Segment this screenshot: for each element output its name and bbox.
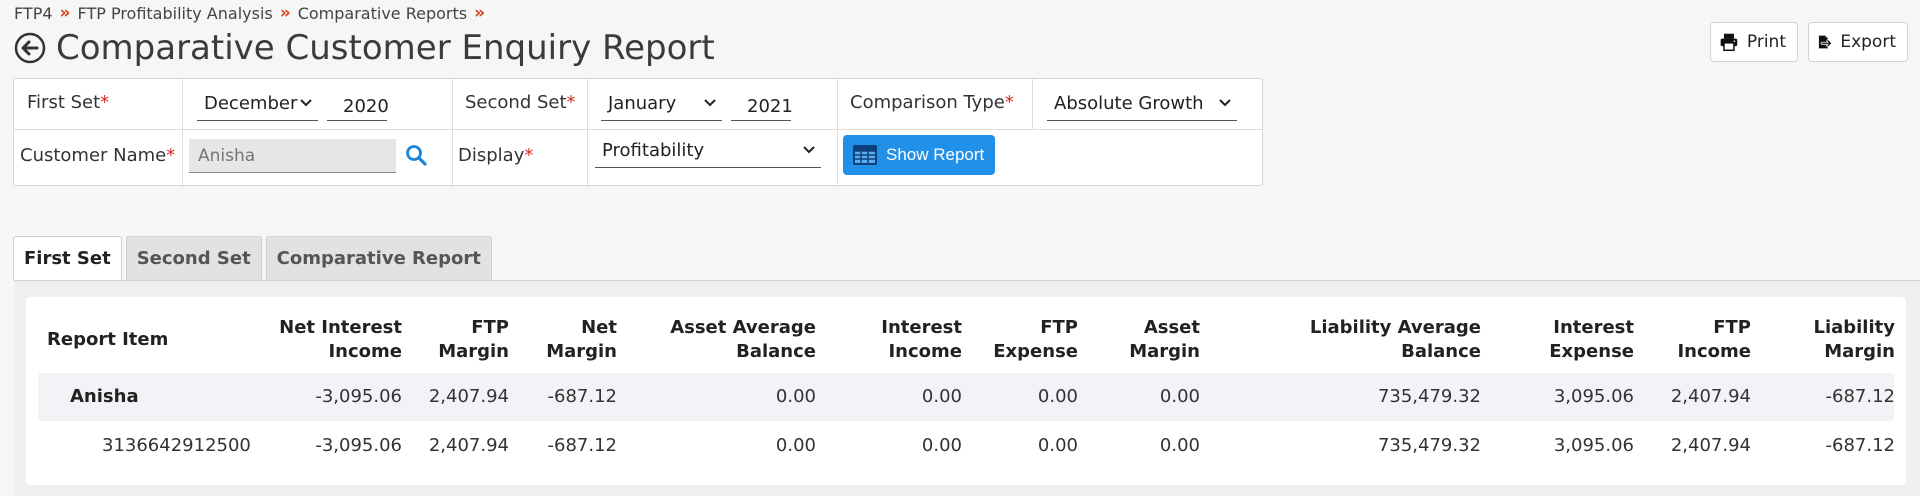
table-cell: 0.00 bbox=[1159, 435, 1200, 456]
tab-first-set[interactable]: First Set bbox=[13, 236, 122, 280]
display-label: Display * bbox=[458, 145, 534, 166]
table-cell: 0.00 bbox=[775, 435, 816, 456]
export-label: Export bbox=[1840, 32, 1896, 52]
page-title: Comparative Customer Enquiry Report bbox=[56, 28, 715, 68]
table-cell: -687.12 bbox=[1825, 435, 1895, 456]
header-ftp-margin: FTP Margin bbox=[438, 317, 509, 362]
filter-panel: First Set * December 2020 Second Set * Jan… bbox=[13, 78, 1263, 187]
print-label: Print bbox=[1746, 32, 1786, 52]
breadcrumb-item-comparative-reports[interactable]: Comparative Reports bbox=[298, 4, 467, 23]
table-cell: 0.00 bbox=[775, 386, 816, 407]
table-cell: 2,407.94 bbox=[428, 435, 509, 456]
show-report-button[interactable]: Show Report bbox=[843, 135, 995, 175]
header-interest-income: Interest Income bbox=[881, 317, 962, 362]
table-cell: 3,095.06 bbox=[1553, 435, 1634, 456]
table-cell: 2,407.94 bbox=[428, 386, 509, 407]
table-cell: -687.12 bbox=[547, 435, 617, 456]
breadcrumb-item-ftp4[interactable]: FTP4 bbox=[14, 4, 53, 23]
filter-col-divider bbox=[452, 79, 453, 187]
table-cell: 735,479.32 bbox=[1377, 386, 1481, 407]
customer-name-input[interactable] bbox=[189, 139, 396, 173]
header-net-interest-income: Net Interest Income bbox=[279, 317, 402, 362]
tab-comparative-report[interactable]: Comparative Report bbox=[265, 236, 492, 280]
printer-icon bbox=[1720, 33, 1738, 52]
table-cell: 0.00 bbox=[1159, 386, 1200, 407]
report-table: Report Item Net Interest Income FTP Margin… bbox=[26, 297, 1906, 485]
second-set-label: Second Set * bbox=[465, 92, 576, 113]
first-set-year-input[interactable]: 2020 bbox=[327, 87, 389, 121]
table-cell: 0.00 bbox=[1037, 435, 1078, 456]
table-cell: 2,407.94 bbox=[1670, 435, 1751, 456]
breadcrumb-separator-icon: » bbox=[59, 3, 71, 23]
filter-col-divider bbox=[182, 79, 183, 187]
report-area: Report Item Net Interest Income FTP Margin… bbox=[14, 280, 1920, 496]
comparison-type-select[interactable]: Absolute Growth bbox=[1047, 87, 1237, 121]
filter-col-divider bbox=[587, 79, 588, 187]
table-cell: -3,095.06 bbox=[315, 435, 402, 456]
table-row-customer-name[interactable]: Anisha bbox=[70, 385, 139, 409]
first-set-label: First Set * bbox=[27, 92, 110, 113]
table-grid-icon bbox=[853, 145, 877, 165]
chevron-down-icon bbox=[704, 99, 716, 107]
header-report-item: Report Item bbox=[47, 329, 169, 350]
table-cell: 735,479.32 bbox=[1377, 435, 1481, 456]
chevron-down-icon bbox=[1219, 99, 1231, 107]
table-cell: 3,095.06 bbox=[1553, 386, 1634, 407]
first-set-month-value: December bbox=[204, 93, 298, 114]
display-value: Profitability bbox=[602, 140, 705, 161]
chevron-down-icon bbox=[300, 99, 312, 107]
first-set-month-select[interactable]: December bbox=[197, 87, 318, 121]
report-tabs: First Set Second Set Comparative Report bbox=[13, 236, 492, 280]
header-net-margin: Net Margin bbox=[546, 317, 617, 362]
table-cell: 0.00 bbox=[921, 435, 962, 456]
second-set-year-input[interactable]: 2021 bbox=[731, 87, 793, 121]
header-asset-margin: Asset Margin bbox=[1129, 317, 1200, 362]
header-asset-average-balance: Asset Average Balance bbox=[670, 317, 816, 362]
table-row-account-number[interactable]: 3136642912500 bbox=[102, 434, 251, 458]
filter-col-divider bbox=[837, 79, 838, 187]
header-interest-expense: Interest Expense bbox=[1549, 317, 1634, 362]
header-liability-average-balance: Liability Average Balance bbox=[1309, 317, 1481, 362]
comparison-type-value: Absolute Growth bbox=[1054, 93, 1204, 114]
export-button[interactable]: Export bbox=[1808, 22, 1908, 62]
chevron-down-icon bbox=[803, 146, 815, 154]
second-set-month-select[interactable]: January bbox=[601, 87, 722, 121]
table-cell: 0.00 bbox=[921, 386, 962, 407]
comparison-type-label: Comparison Type * bbox=[850, 92, 1014, 113]
search-icon[interactable] bbox=[405, 144, 427, 166]
breadcrumb: FTP4 » FTP Profitability Analysis » Comp… bbox=[14, 3, 492, 23]
table-cell: -687.12 bbox=[1825, 386, 1895, 407]
print-button[interactable]: Print bbox=[1710, 22, 1798, 62]
breadcrumb-item-ftp-profitability[interactable]: FTP Profitability Analysis bbox=[78, 4, 273, 23]
back-arrow-icon[interactable] bbox=[14, 32, 46, 64]
header-ftp-income: FTP Income bbox=[1677, 317, 1751, 362]
title-row: Comparative Customer Enquiry Report bbox=[14, 28, 715, 68]
breadcrumb-separator-icon: » bbox=[279, 3, 291, 23]
show-report-label: Show Report bbox=[886, 145, 985, 164]
filter-col-divider bbox=[1032, 79, 1033, 129]
table-cell: 0.00 bbox=[1037, 386, 1078, 407]
table-cell: 2,407.94 bbox=[1670, 386, 1751, 407]
breadcrumb-separator-icon: » bbox=[474, 3, 486, 23]
customer-name-label: Customer Name * bbox=[20, 145, 176, 166]
file-export-icon bbox=[1818, 35, 1833, 49]
display-select[interactable]: Profitability bbox=[595, 134, 821, 168]
top-toolbar: Print Export bbox=[1710, 22, 1908, 62]
filter-row-divider bbox=[14, 129, 1262, 130]
tab-second-set[interactable]: Second Set bbox=[125, 236, 262, 280]
table-cell: -3,095.06 bbox=[315, 386, 402, 407]
second-set-month-value: January bbox=[608, 93, 677, 114]
header-ftp-expense: FTP Expense bbox=[993, 317, 1078, 362]
header-liability-margin: Liability Margin bbox=[1813, 317, 1895, 362]
table-cell: -687.12 bbox=[547, 386, 617, 407]
